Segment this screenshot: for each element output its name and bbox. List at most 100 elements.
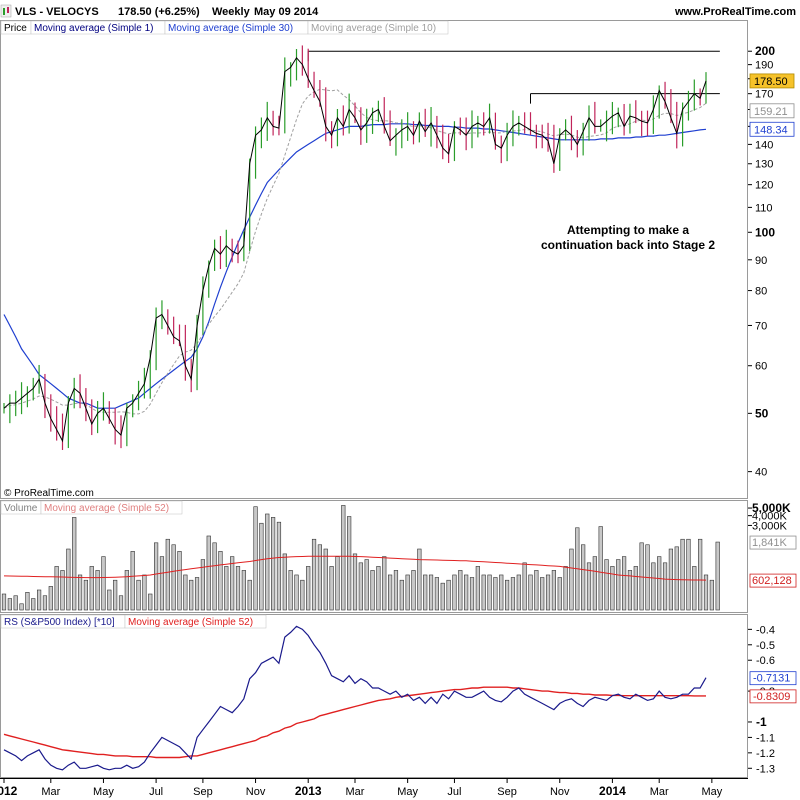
volume-bar (72, 517, 77, 611)
volume-bar (42, 595, 48, 611)
volume-bar (715, 541, 720, 611)
price-badge-value: 178.50 (754, 76, 788, 88)
volume-bar (189, 579, 194, 611)
volume-bar (516, 574, 521, 611)
volume-badge-value: 1,841K (752, 537, 788, 549)
volume-bar (522, 562, 527, 611)
price-axis-label: 70 (755, 320, 767, 332)
volume-bar (66, 548, 71, 611)
legend-ma10[interactable]: Moving average (Simple 10) (311, 23, 436, 34)
volume-bar (364, 559, 369, 611)
rs-ma-legend[interactable]: Moving average (Simple 52) (128, 617, 253, 628)
volume-bar (633, 566, 638, 611)
volume-bar (159, 556, 165, 611)
rs-axis-label: -1 (756, 715, 767, 729)
volume-bar (428, 574, 434, 611)
legend-ma1[interactable]: Moving average (Simple 1) (34, 23, 154, 34)
price-axis-label: 190 (755, 60, 773, 72)
volume-bar (487, 574, 492, 611)
volume-bar (551, 570, 556, 611)
x-axis-label: Sep (497, 786, 517, 798)
volume-bar (417, 548, 422, 611)
volume-bar (282, 553, 287, 611)
volume-bar (680, 538, 685, 611)
volume-bar (130, 551, 135, 611)
volume-bar (83, 579, 88, 611)
chart-date: May 09 2014 (254, 6, 319, 18)
volume-bar (469, 577, 475, 611)
rs-axis-label: -1.2 (756, 748, 775, 760)
volume-ma-legend[interactable]: Moving average (Simple 52) (44, 503, 169, 514)
volume-bar (48, 586, 53, 611)
volume-bar (1, 593, 7, 611)
volume-bar (54, 566, 59, 611)
volume-bar (311, 538, 317, 611)
price-badge-value: 148.34 (754, 124, 788, 136)
volume-bar (698, 538, 703, 611)
volume-bar (288, 570, 293, 611)
volume-bar (692, 566, 697, 611)
volume-bar (569, 548, 574, 611)
price-label: Price (4, 23, 27, 34)
volume-bar (493, 577, 498, 611)
volume-bar (534, 570, 539, 611)
volume-bar (504, 579, 510, 611)
rs-axis-label: -0.5 (756, 640, 775, 652)
volume-bar (563, 566, 568, 611)
volume-bar (376, 566, 381, 611)
rs-axis-label: -0.4 (756, 624, 775, 636)
volume-bar (329, 566, 334, 611)
volume-bar (709, 579, 714, 611)
x-axis-label: Mar (346, 786, 365, 798)
volume-bar (36, 589, 42, 611)
price-axis-label: 130 (755, 159, 773, 171)
volume-bar (13, 595, 18, 611)
volume-bar (405, 574, 410, 611)
candle-logo-icon-up (3, 8, 5, 15)
volume-bar (241, 570, 246, 611)
volume-bar (411, 570, 416, 611)
volume-bar (194, 577, 200, 611)
volume-bar (118, 595, 124, 611)
volume-bar (686, 538, 691, 611)
price-axis-label: 50 (755, 406, 769, 420)
site-url[interactable]: www.ProRealTime.com (674, 6, 796, 18)
volume-bar (382, 556, 387, 611)
volume-bar (165, 538, 170, 611)
x-axis-label: May (397, 786, 418, 798)
volume-bar (616, 559, 621, 611)
volume-bar (113, 579, 118, 611)
price-legend: Price Moving average (Simple 1) Moving a… (0, 20, 449, 35)
candle-logo-icon-down (7, 7, 9, 13)
volume-bar (393, 570, 399, 611)
volume-bar (651, 562, 656, 611)
volume-bar (253, 506, 258, 611)
price-axis-label: 90 (755, 255, 767, 267)
volume-bar (481, 574, 486, 611)
volume-bar (148, 593, 153, 611)
copyright: © ProRealTime.com (4, 488, 94, 499)
x-axis-label: 2012 (0, 784, 18, 798)
rs-label: RS (S&P500 Index) [*10] (4, 617, 115, 628)
x-axis-label: Sep (193, 786, 213, 798)
legend-ma30[interactable]: Moving average (Simple 30) (168, 23, 293, 34)
chart-title: VLS - VELOCYS (15, 6, 99, 18)
x-axis-label: Nov (550, 786, 570, 798)
volume-bar (323, 548, 328, 611)
volume-bar (352, 553, 358, 611)
chart-period: Weekly (212, 6, 251, 18)
volume-label: Volume (4, 503, 38, 514)
volume-bar (499, 574, 504, 611)
volume-bar (270, 517, 276, 611)
volume-bar (89, 566, 94, 611)
rs-axis-label: -0.6 (756, 655, 775, 667)
volume-bar (300, 579, 305, 611)
volume-bar (387, 574, 393, 611)
volume-bar (557, 577, 562, 611)
volume-bar (247, 579, 252, 611)
volume-bar (230, 556, 235, 611)
volume-y-axis: 5,000K4,000K3,000K (748, 501, 791, 532)
volume-bar (206, 535, 211, 611)
volume-bar (95, 570, 100, 611)
volume-bar (598, 526, 603, 611)
